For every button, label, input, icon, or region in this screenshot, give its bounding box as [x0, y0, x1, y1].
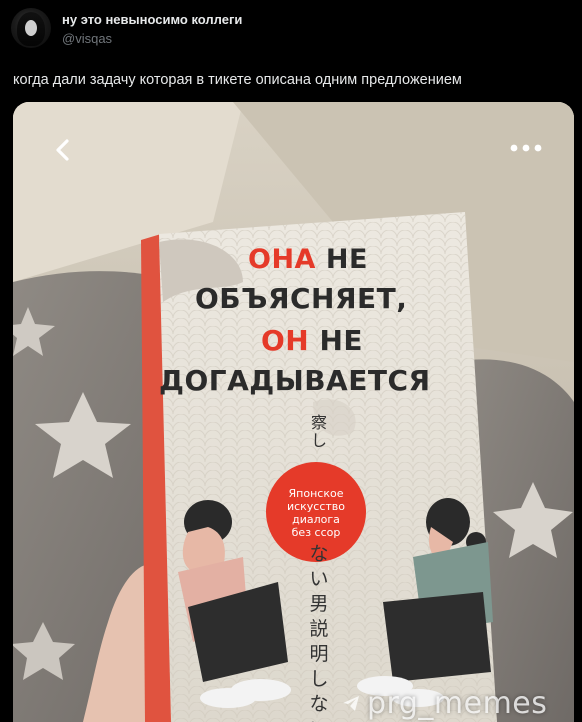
book-title-line4: ДОГАДЫВАЕТСЯ	[159, 364, 431, 397]
avatar[interactable]	[11, 8, 51, 48]
display-name[interactable]: ну это невыносимо коллеги	[62, 12, 242, 27]
tweet-text: когда дали задачу которая в тикете описа…	[13, 72, 462, 88]
book-title-line1: ОНА НЕ	[248, 244, 368, 275]
book-title-line2: ОБЪЯСНЯЕТ,	[195, 282, 408, 315]
photo-scene	[13, 102, 574, 722]
badge-text: Японское искусство диалога без ссор	[286, 487, 346, 539]
watermark: prg_memes	[341, 685, 548, 721]
tweet-photo[interactable]: ОНА НЕ ОБЪЯСНЯЕТ, ОН НЕ ДОГАДЫВАЕТСЯ 察し …	[13, 102, 574, 722]
book-title-line3: ОН НЕ	[261, 324, 364, 357]
japanese-vertical-title: ない男説明しない	[309, 543, 329, 722]
japanese-subtitle: 察し	[310, 413, 327, 450]
chevron-left-icon[interactable]	[51, 138, 75, 162]
more-dots-icon[interactable]	[508, 142, 544, 154]
user-handle[interactable]: @visqas	[62, 31, 112, 46]
telegram-icon	[343, 696, 359, 711]
watermark-text: prg_memes	[367, 685, 548, 721]
